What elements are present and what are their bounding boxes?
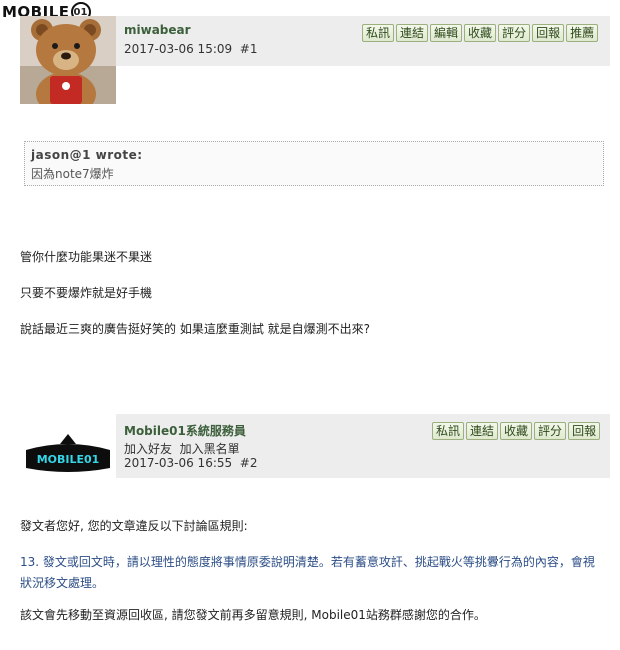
quote-text: 因為note7爆炸	[31, 167, 114, 181]
user-avatar-bear[interactable]	[20, 16, 116, 104]
post-2-username[interactable]: Mobile01系統服務員	[124, 422, 246, 439]
report-button[interactable]: 回報	[568, 422, 601, 440]
pm-button[interactable]: 私訊	[362, 24, 395, 42]
favorite-button[interactable]: 收藏	[464, 24, 497, 42]
post-2-action-buttons: 私訊 連結 收藏 評分 回報	[432, 422, 601, 440]
quote-block: jason@1 wrote: 因為note7爆炸	[24, 141, 604, 186]
post-1-line-1: 管你什麼功能果迷不果迷	[20, 250, 153, 264]
post-2-meta: 2017-03-06 16:55 #2	[124, 456, 257, 470]
post-1-number[interactable]: #1	[240, 42, 258, 56]
report-button[interactable]: 回報	[532, 24, 565, 42]
add-blacklist-link[interactable]: 加入黑名單	[180, 442, 240, 456]
pm-button[interactable]: 私訊	[432, 422, 465, 440]
avatar-text: MOBILE01	[37, 453, 100, 466]
edit-button[interactable]: 編輯	[430, 24, 463, 42]
post-2-friend-links: 加入好友 加入黑名單	[124, 440, 240, 457]
post-2-number[interactable]: #2	[240, 456, 258, 470]
link-button[interactable]: 連結	[396, 24, 429, 42]
post-1-username[interactable]: miwabear	[124, 23, 191, 37]
favorite-button[interactable]: 收藏	[500, 422, 533, 440]
rate-button[interactable]: 評分	[498, 24, 531, 42]
post-1-line-3: 說話最近三爽的廣告挺好笑的 如果這麼重測試 就是自爆測不出來?	[20, 322, 371, 336]
post-1-action-buttons: 私訊 連結 編輯 收藏 評分 回報 推薦	[362, 24, 599, 42]
rate-button[interactable]: 評分	[534, 422, 567, 440]
system-avatar[interactable]: MOBILE01	[20, 432, 116, 476]
link-button[interactable]: 連結	[466, 422, 499, 440]
post-1-line-2: 只要不要爆炸就是好手機	[20, 286, 153, 300]
quote-author: jason@1 wrote:	[31, 148, 143, 162]
recommend-button[interactable]: 推薦	[566, 24, 599, 42]
post-2-datetime: 2017-03-06 16:55	[124, 456, 233, 470]
system-notice-intro: 發文者您好, 您的文章違反以下討論區規則:	[20, 519, 248, 533]
system-notice-closing: 該文會先移動至資源回收區, 請您發文前再多留意規則, Mobile01站務群感謝…	[20, 608, 486, 622]
post-1-meta: 2017-03-06 15:09 #1	[124, 42, 257, 56]
mobile01-avatar-image: MOBILE01	[20, 432, 116, 476]
system-notice-rule: 13. 發文或回文時，請以理性的態度將事情原委說明清楚。若有蓄意攻訐、挑起戰火等…	[20, 555, 595, 590]
bear-avatar-image	[20, 16, 116, 104]
post-1-datetime: 2017-03-06 15:09	[124, 42, 233, 56]
add-friend-link[interactable]: 加入好友	[124, 442, 172, 456]
